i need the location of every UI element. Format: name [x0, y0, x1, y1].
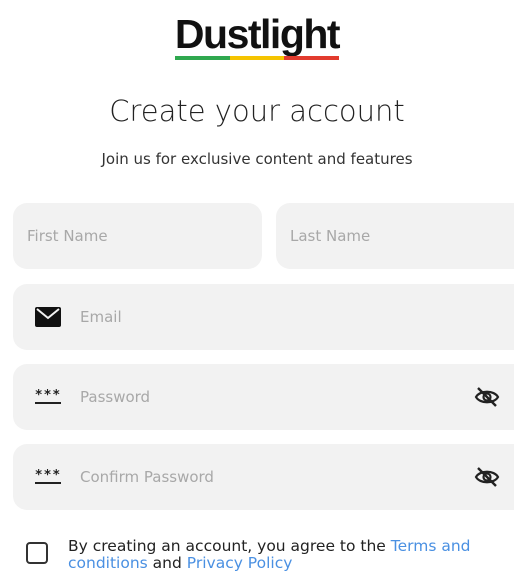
terms-checkbox[interactable]: [26, 542, 48, 564]
email-field[interactable]: [13, 284, 514, 350]
page-subtitle: Join us for exclusive content and featur…: [101, 150, 413, 168]
confirm-password-field[interactable]: ***: [13, 444, 514, 510]
password-stars-icon: ***: [34, 467, 62, 484]
password-stars-icon: ***: [34, 387, 62, 404]
agreement-text-middle: and: [147, 554, 187, 572]
brand-stripes: [174, 56, 340, 60]
agreement-text: By creating an account, you agree to the…: [68, 538, 508, 572]
stripe-green: [174, 56, 230, 60]
email-input[interactable]: [80, 308, 514, 326]
eye-off-icon[interactable]: [474, 465, 500, 489]
stripe-red: [284, 56, 340, 60]
brand-logo-container: Dustlight: [0, 10, 514, 64]
confirm-password-input[interactable]: [80, 468, 474, 486]
last-name-input[interactable]: [290, 227, 514, 245]
first-name-input[interactable]: [27, 227, 262, 245]
password-input[interactable]: [80, 388, 474, 406]
last-name-field[interactable]: [276, 203, 514, 269]
agreement-text-before: By creating an account, you agree to the: [68, 537, 391, 555]
password-field[interactable]: ***: [13, 364, 514, 430]
eye-off-icon[interactable]: [474, 385, 500, 409]
privacy-link[interactable]: Privacy Policy: [187, 554, 293, 572]
first-name-field[interactable]: [13, 203, 262, 269]
page-title: Create your account: [109, 94, 405, 128]
brand-name: Dustlight: [174, 11, 341, 57]
brand-logo: Dustlight: [174, 10, 341, 60]
stripe-yellow: [229, 56, 285, 60]
envelope-icon: [33, 307, 63, 327]
